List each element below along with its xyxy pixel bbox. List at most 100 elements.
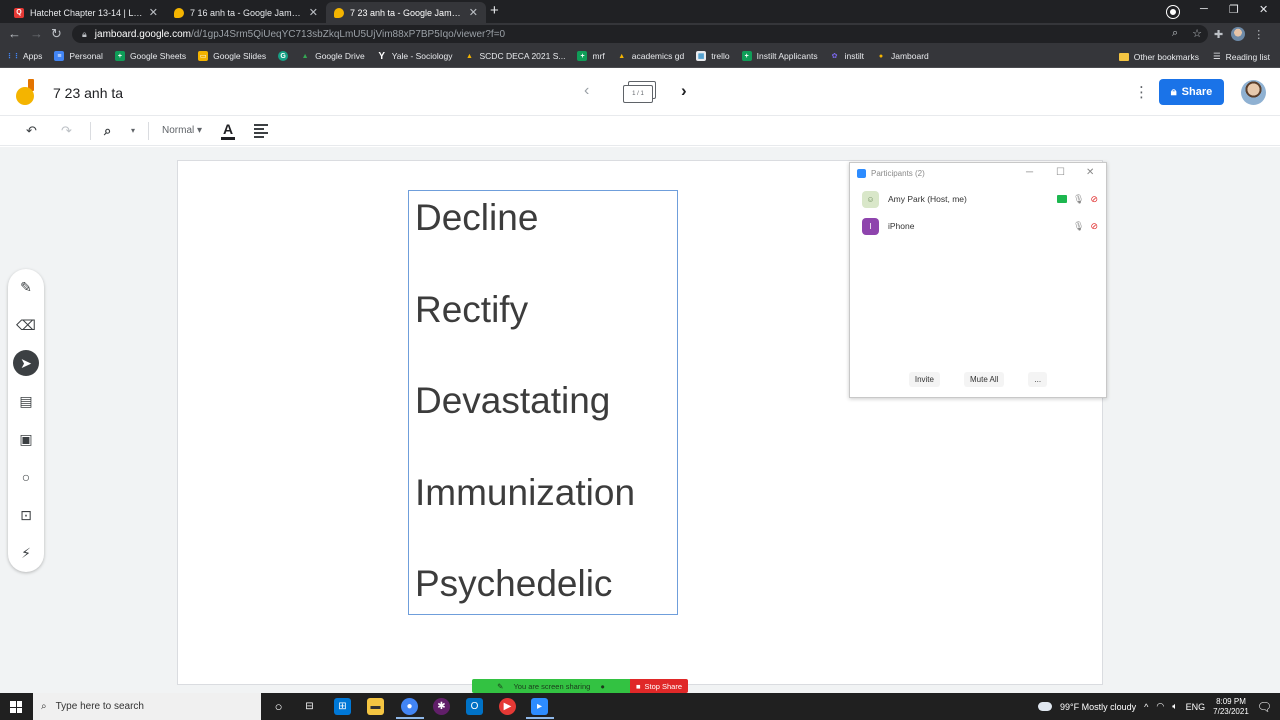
align-text-icon[interactable] (254, 124, 268, 138)
sticky-note-icon[interactable]: ▤ (13, 388, 39, 414)
bookmark-personal[interactable]: ≡ Personal (54, 51, 103, 61)
close-icon[interactable]: ✕ (1086, 167, 1094, 178)
text-style-select[interactable]: Normal ▾ (162, 125, 202, 136)
volume-icon[interactable]: 🔈︎ (1172, 701, 1177, 712)
microphone-icon[interactable]: 🎙︎ (1073, 194, 1084, 205)
back-arrow-icon[interactable]: ← (8, 26, 21, 41)
pen-icon[interactable]: ✎ (13, 274, 39, 300)
share-button[interactable]: 🔒︎ Share (1159, 79, 1224, 105)
bookmark-instilt-applicants[interactable]: + Instilt Applicants (741, 51, 818, 61)
zoom-dropdown-icon[interactable]: ▾ (131, 126, 135, 135)
jamboard-logo-icon[interactable] (16, 79, 38, 105)
bookmark-google-sheets[interactable]: + Google Sheets (114, 51, 186, 61)
mute-all-button[interactable]: Mute All (963, 372, 1005, 387)
weather-text[interactable]: 99°F Mostly cloudy (1060, 702, 1136, 712)
task-view-icon[interactable]: ⊟ (301, 698, 318, 715)
video-off-icon[interactable]: ⊘ (1090, 194, 1098, 205)
avatar: I (862, 217, 879, 235)
tab-jamboard-7-16[interactable]: 7 16 anh ta - Google Jamboard ✕ (166, 2, 326, 23)
invite-button[interactable]: Invite (908, 372, 940, 387)
drive-icon: ▲ (301, 52, 309, 60)
close-icon[interactable]: ✕ (309, 6, 318, 19)
text-box[interactable]: Decline Rectify Devastating Immunization… (408, 190, 678, 615)
drag-handle-icon[interactable]: ✎ (497, 682, 503, 691)
chrome-icon[interactable]: ● (401, 698, 418, 715)
profile-avatar-icon[interactable] (1231, 27, 1246, 41)
video-off-icon[interactable]: ⊘ (1090, 221, 1098, 232)
youtube-music-icon[interactable]: ▶ (499, 698, 516, 715)
wifi-icon[interactable]: ◠ (1156, 701, 1164, 712)
bookmark-trello[interactable]: ▦ trello (696, 51, 730, 61)
restore-icon[interactable]: ❐ (1229, 3, 1239, 16)
new-tab-plus-icon[interactable]: + (490, 2, 499, 19)
microphone-icon[interactable]: 🎙︎ (1073, 221, 1084, 232)
chevron-left-icon[interactable]: ‹ (584, 82, 589, 100)
image-icon[interactable]: ▣ (13, 426, 39, 452)
file-explorer-icon[interactable]: ▬ (367, 698, 384, 715)
bookmark-instilt[interactable]: ✿ instilt (830, 51, 864, 61)
chevron-up-icon[interactable]: ^ (1144, 702, 1148, 712)
close-icon[interactable]: ✕ (149, 6, 158, 19)
bookmark-academics-gd[interactable]: ▲ academics gd (617, 51, 684, 61)
other-bookmarks[interactable]: Other bookmarks (1118, 52, 1199, 62)
laser-icon[interactable]: ⚡︎ (13, 540, 39, 566)
more-button[interactable]: ... (1028, 372, 1048, 387)
outlook-icon[interactable]: O (466, 698, 483, 715)
language-indicator[interactable]: ENG (1186, 702, 1206, 712)
slack-icon[interactable]: ✱ (433, 698, 450, 715)
reading-list[interactable]: ☰ Reading list (1213, 51, 1270, 62)
bookmark-star-icon[interactable]: ☆ (1192, 27, 1202, 40)
text-color-icon[interactable]: A (221, 121, 236, 140)
page-title[interactable]: 7 23 anh ta (53, 85, 123, 101)
tab-jamboard-7-23[interactable]: 7 23 anh ta - Google Jamboard ✕ (326, 2, 486, 23)
forward-arrow-icon[interactable]: → (30, 26, 43, 41)
sharing-status[interactable]: ✎ You are screen sharing ● (472, 679, 630, 693)
eraser-icon[interactable]: ⌫ (13, 312, 39, 338)
participant-row[interactable]: ☺ Amy Park (Host, me) 🎙︎ ⊘ (862, 190, 1098, 208)
bookmark-yale-sociology[interactable]: Y Yale - Sociology (377, 51, 452, 62)
bookmark-grammarly[interactable]: G (278, 51, 289, 61)
bookmark-jamboard[interactable]: ● Jamboard (876, 51, 929, 61)
avatar[interactable] (1241, 80, 1266, 105)
store-icon[interactable]: ⊞ (334, 698, 351, 715)
minimize-icon[interactable]: ─ (1200, 3, 1208, 15)
instilt-icon: ✿ (831, 53, 838, 60)
maximize-icon[interactable]: ☐ (1056, 167, 1065, 178)
windows-start-icon[interactable] (10, 701, 22, 713)
select-pointer-icon[interactable]: ➤ (13, 350, 39, 376)
undo-icon[interactable]: ↶ (26, 123, 37, 139)
zoom-magnifier-icon[interactable]: ⌕ (1172, 27, 1178, 40)
browser-menu-icon[interactable]: ⋮ (1253, 28, 1264, 41)
bookmark-google-slides[interactable]: ▭ Google Slides (198, 51, 266, 61)
more-options-icon[interactable]: ⋮ (1134, 83, 1149, 101)
drive-icon: ▲ (466, 52, 473, 60)
bookmark-mrf[interactable]: + mrf (577, 51, 605, 61)
redo-icon[interactable]: ↷ (61, 123, 72, 139)
close-window-icon[interactable]: ✕ (1259, 3, 1268, 16)
stop-icon: ■ (635, 681, 641, 691)
bookmark-google-drive[interactable]: ▲ Google Drive (300, 51, 365, 61)
tab-hatchet[interactable]: Q Hatchet Chapter 13-14 | Literatu ✕ (6, 2, 166, 23)
stop-share-button[interactable]: ■ Stop Share (630, 679, 688, 693)
bookmark-scdc-deca[interactable]: ▲ SCDC DECA 2021 S... (465, 51, 565, 61)
participant-row[interactable]: I iPhone 🎙︎ ⊘ (862, 217, 1098, 235)
cortana-circle-icon[interactable]: ○ (270, 698, 287, 715)
notifications-icon[interactable]: 🗨︎ (1257, 700, 1272, 714)
text-box-icon[interactable]: ⊡ (13, 502, 39, 528)
extensions-puzzle-icon[interactable]: ✚ (1214, 28, 1223, 41)
zoom-app-icon[interactable]: ▸ (531, 698, 548, 715)
weather-cloud-icon (1038, 702, 1053, 711)
close-icon[interactable]: ✕ (469, 6, 478, 19)
profile-icon[interactable] (1167, 6, 1179, 18)
shape-circle-icon[interactable]: ○ (13, 464, 39, 490)
clock[interactable]: 8:09 PM 7/23/2021 (1213, 697, 1249, 717)
reload-icon[interactable]: ↻ (51, 26, 62, 42)
frame-bar-button[interactable]: 1 / 1 (622, 81, 658, 105)
chevron-right-icon[interactable]: › (681, 81, 687, 101)
taskbar-search-input[interactable]: ⌕ Type here to search (33, 693, 261, 720)
zoom-icon[interactable]: ⌕ (104, 123, 111, 139)
frame-indicator: 1 / 1 (623, 85, 653, 103)
bookmark-apps[interactable]: ⋮⋮ Apps (6, 51, 42, 61)
minimize-icon[interactable]: ─ (1026, 167, 1033, 178)
url-input[interactable]: 🔒︎ jamboard.google.com/d/1gpJ4Srm5QiUeqY… (72, 25, 1208, 43)
